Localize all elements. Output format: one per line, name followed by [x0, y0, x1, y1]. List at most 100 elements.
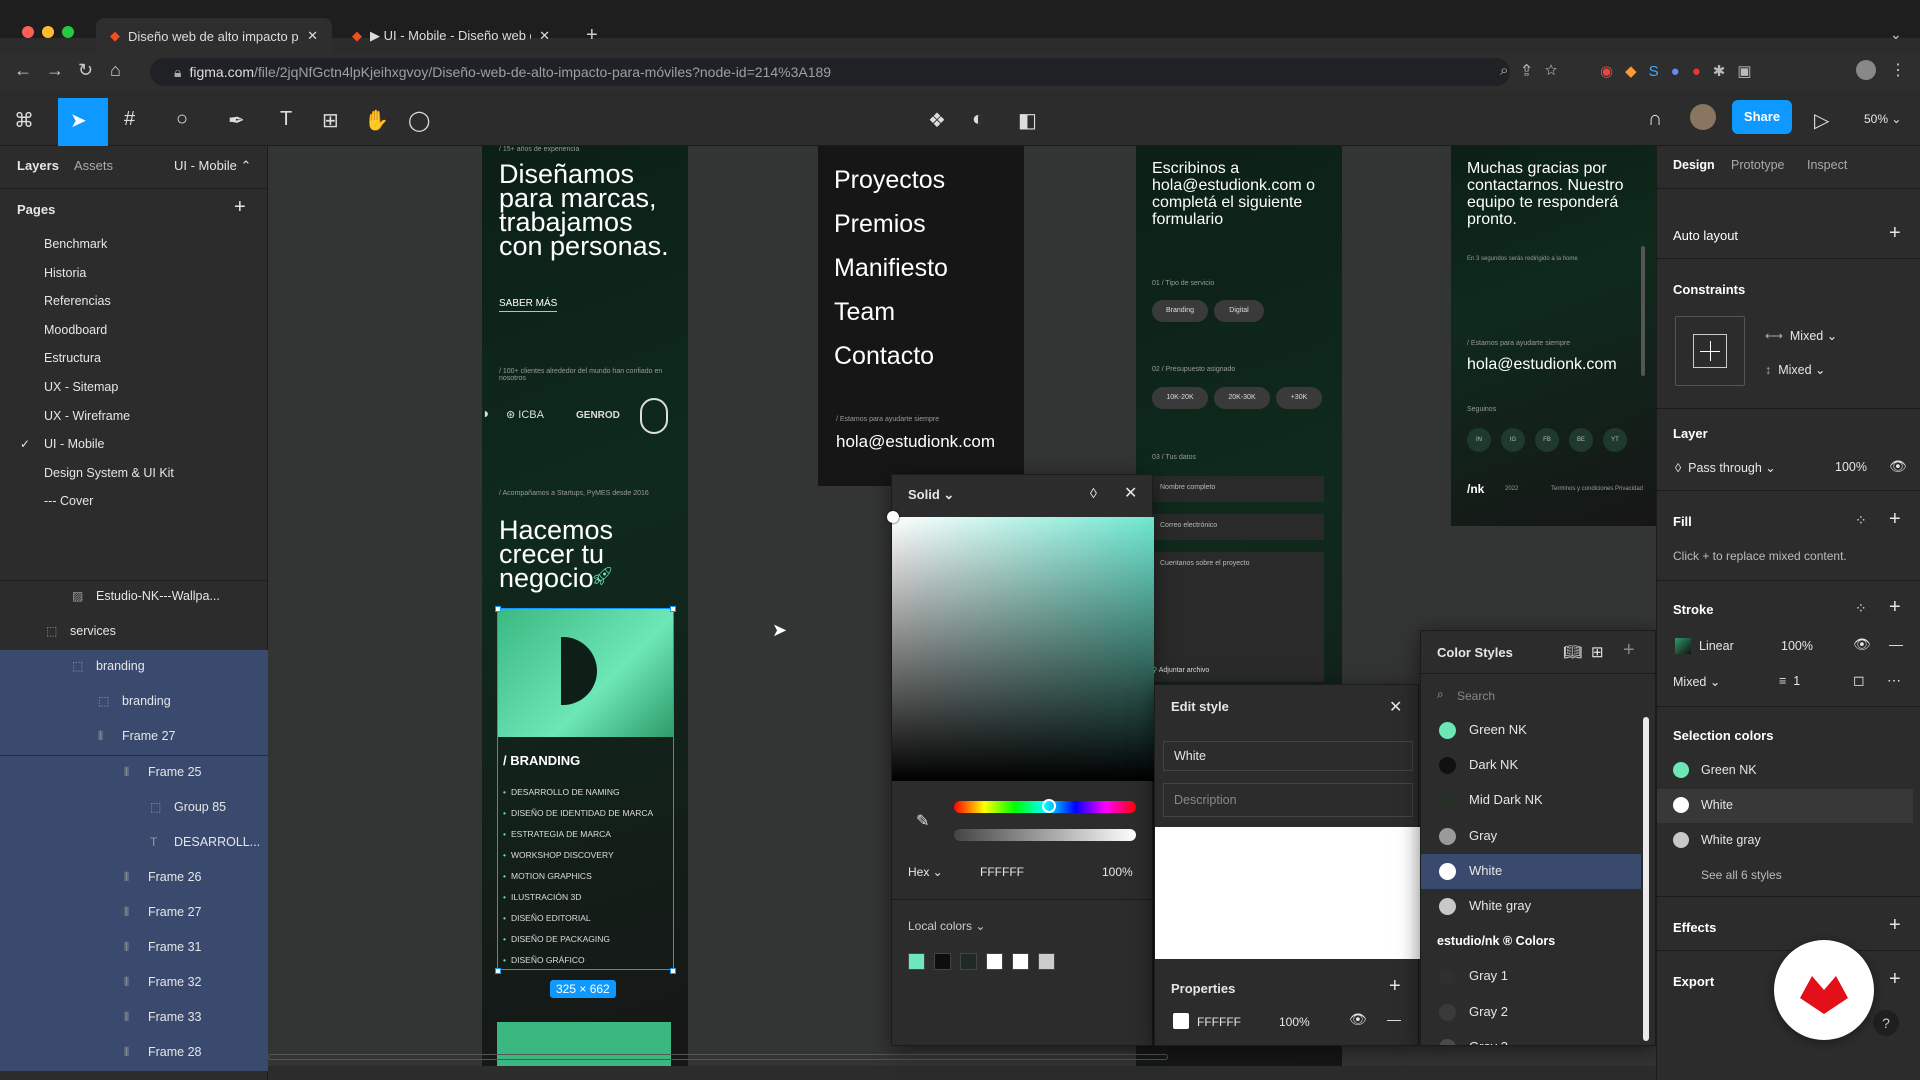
style-grid-icon[interactable]: ⁘ — [1855, 512, 1867, 529]
pen-tool-icon[interactable]: ✒ — [228, 108, 245, 133]
name-field[interactable]: Nombre completo — [1152, 476, 1324, 502]
nav-item[interactable]: Contacto — [834, 342, 934, 371]
blend-mode-dropdown[interactable]: ◊ Pass through ⌄ — [1675, 460, 1776, 475]
page-item[interactable]: --- Cover — [0, 487, 268, 515]
shape-tool-icon[interactable]: ○ — [176, 108, 188, 131]
nav-item[interactable]: Proyectos — [834, 166, 945, 195]
privacy-link[interactable]: Privacidad — [1615, 486, 1643, 492]
selection-color-item[interactable]: Green NK — [1657, 754, 1913, 788]
branding-card[interactable]: / BRANDING • DESARROLLO DE NAMING • DISEÑO … — [497, 608, 674, 970]
frame-tool-icon[interactable]: # — [124, 108, 135, 131]
close-tab-icon[interactable]: ✕ — [539, 28, 550, 44]
vertical-constraint-dropdown[interactable]: ↕ Mixed ⌄ — [1765, 362, 1826, 377]
color-style-item[interactable]: Gray 1 — [1421, 959, 1641, 994]
text-tool-icon[interactable]: T — [280, 108, 292, 131]
constraints-widget[interactable] — [1675, 316, 1745, 386]
resize-handle[interactable] — [495, 606, 501, 612]
style-description-input[interactable]: Description — [1163, 783, 1413, 817]
browser-tab-active[interactable]: ◆ Diseño web de alto impacto pa ✕ — [96, 18, 332, 54]
color-style-item[interactable]: Dark NK — [1421, 748, 1641, 783]
blend-drop-icon[interactable]: ◊ — [1090, 485, 1097, 501]
zoom-icon[interactable]: ⌕ — [1500, 62, 1522, 79]
profile-avatar[interactable] — [1856, 60, 1876, 80]
saturation-field[interactable] — [892, 517, 1154, 781]
extension-icon[interactable]: ● — [1671, 63, 1692, 80]
nav-item[interactable]: Manifiesto — [834, 254, 948, 283]
color-handle[interactable] — [887, 511, 899, 523]
resize-handle[interactable] — [670, 606, 676, 612]
close-icon[interactable]: ✕ — [1124, 483, 1137, 503]
local-color-swatch[interactable] — [1012, 953, 1029, 970]
figma-menu-icon[interactable]: ⌘ — [14, 108, 34, 133]
pill-branding[interactable]: Branding — [1152, 300, 1208, 322]
layer-opacity[interactable]: 100% — [1835, 460, 1867, 474]
stroke-opacity[interactable]: 100% — [1781, 639, 1813, 653]
share-page-icon[interactable]: ⇪ — [1522, 62, 1544, 79]
local-color-swatch[interactable] — [934, 953, 951, 970]
property-opacity[interactable]: 100% — [1279, 1015, 1310, 1029]
extension-icon[interactable]: ● — [1692, 63, 1713, 80]
more-options-icon[interactable]: ⋯ — [1887, 672, 1901, 689]
add-effect-icon[interactable]: + — [1889, 914, 1901, 937]
browser-menu-icon[interactable]: ⋮ — [1890, 60, 1906, 80]
styles-search-input[interactable]: Search — [1457, 689, 1495, 703]
close-icon[interactable]: ✕ — [1389, 697, 1402, 717]
pill-10k-20k[interactable]: 10K-20K — [1152, 387, 1208, 409]
tab-assets[interactable]: Assets — [74, 158, 113, 173]
email-link[interactable]: hola@estudionk.com — [1467, 356, 1617, 374]
add-page-icon[interactable]: + — [234, 196, 246, 219]
layer-row[interactable]: ⫴ Frame 27 — [0, 720, 268, 756]
nav-item[interactable]: Premios — [834, 210, 926, 239]
see-all-styles-link[interactable]: See all 6 styles — [1701, 868, 1782, 882]
layer-row[interactable]: ⫴ Frame 31 — [0, 931, 268, 966]
add-fill-icon[interactable]: + — [1889, 508, 1901, 531]
add-auto-layout-icon[interactable]: + — [1889, 222, 1901, 245]
social-link[interactable]: FB — [1535, 428, 1559, 452]
page-item[interactable]: UX - Wireframe — [0, 402, 268, 430]
opacity-input[interactable]: 100% — [1102, 865, 1133, 879]
resize-handle[interactable] — [670, 968, 676, 974]
fill-swatch[interactable] — [1173, 1013, 1189, 1029]
stroke-sides-icon[interactable]: ◻ — [1853, 672, 1865, 689]
style-grid-icon[interactable]: ⁘ — [1855, 600, 1867, 617]
add-export-icon[interactable]: + — [1889, 968, 1901, 991]
page-item[interactable]: Moodboard — [0, 316, 268, 344]
tab-design[interactable]: Design — [1673, 158, 1715, 172]
fill-mode-dropdown[interactable]: Solid ⌄ — [908, 487, 954, 503]
layer-row[interactable]: ⫴ Frame 33 — [0, 1001, 268, 1037]
page-item[interactable]: Estructura — [0, 344, 268, 372]
project-field[interactable]: Cuentanos sobre el proyecto — [1152, 552, 1324, 682]
color-style-item[interactable]: Gray 3 — [1421, 1030, 1641, 1045]
selection-color-item[interactable]: White — [1657, 789, 1913, 824]
social-link[interactable]: BE — [1569, 428, 1593, 452]
back-icon[interactable]: ← — [14, 60, 32, 81]
layer-row[interactable]: T DESARROLL... — [0, 825, 268, 861]
local-color-swatch[interactable] — [986, 953, 1003, 970]
layer-row[interactable]: ▨ Estudio-NK---Wallpa... — [0, 580, 268, 615]
hex-input[interactable]: FFFFFF — [980, 865, 1024, 879]
tab-list-chevron-icon[interactable]: ⌄ — [1890, 26, 1902, 43]
email-link[interactable]: hola@estudionk.com — [836, 432, 995, 452]
pill-30k[interactable]: +30K — [1276, 387, 1322, 409]
page-item[interactable]: Referencias — [0, 287, 268, 315]
page-item[interactable]: Design System & UI Kit — [0, 459, 268, 487]
grid-view-icon[interactable]: ⊞ — [1591, 643, 1604, 661]
maximize-window-button[interactable] — [62, 26, 74, 38]
comment-icon[interactable]: ◯ — [408, 108, 430, 133]
style-name-input[interactable]: White — [1163, 741, 1413, 771]
layer-row[interactable]: ⬚ services — [0, 615, 268, 650]
browser-tab[interactable]: ◆ ▶ UI - Mobile - Diseño web de ✕ — [338, 18, 564, 54]
page-selector[interactable]: UI - Mobile ⌃ — [174, 158, 251, 174]
zoom-level[interactable]: 50% ⌄ — [1864, 112, 1901, 126]
library-book-icon[interactable]: 📖︎ — [1563, 643, 1582, 661]
color-style-item[interactable]: Mid Dark NK — [1421, 783, 1641, 818]
stroke-swatch[interactable] — [1675, 638, 1691, 654]
email-field[interactable]: Correo electrónico — [1152, 514, 1324, 540]
reload-icon[interactable]: ↻ — [78, 60, 93, 81]
eyedropper-icon[interactable]: ✎ — [916, 811, 929, 831]
color-style-item[interactable]: Gray 2 — [1421, 995, 1641, 1030]
color-style-item[interactable]: Gray — [1421, 819, 1641, 854]
terms-link[interactable]: Terminos y condiciones — [1551, 486, 1613, 492]
audio-headphones-icon[interactable]: ∩ — [1648, 108, 1662, 131]
stroke-position-dropdown[interactable]: Mixed ⌄ — [1673, 674, 1720, 689]
